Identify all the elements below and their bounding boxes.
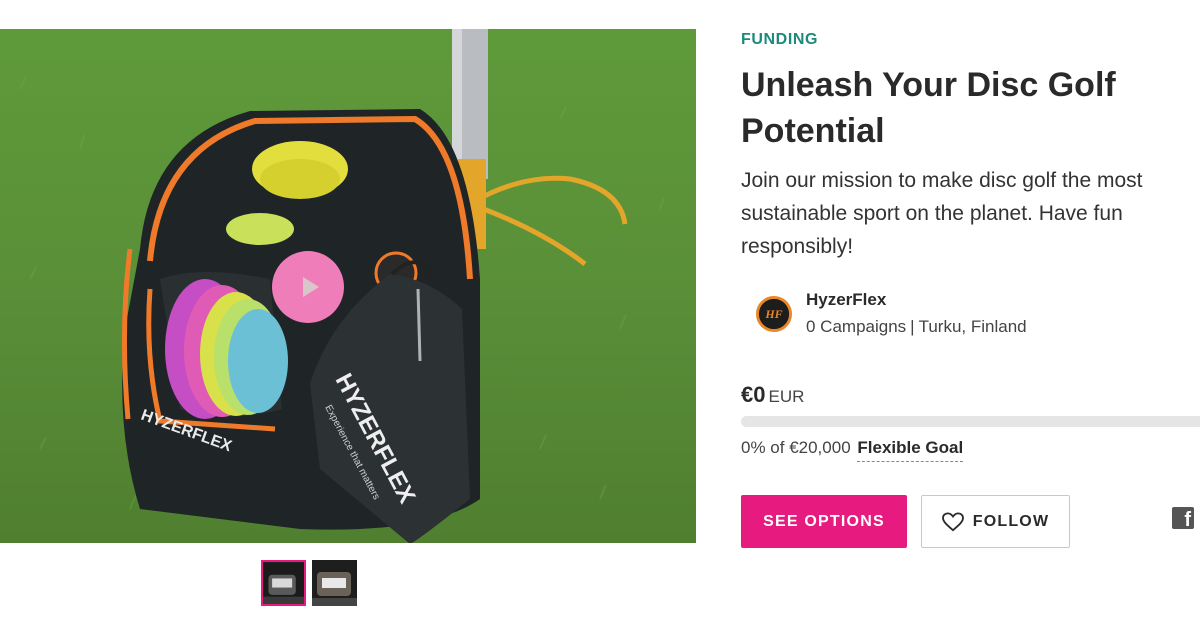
funding-progress-bar	[741, 416, 1200, 427]
owner-meta-separator: |	[910, 317, 915, 336]
gallery-thumbnails	[261, 560, 357, 606]
gallery-thumbnail[interactable]	[312, 560, 357, 606]
owner-meta: 0 Campaigns | Turku, Finland	[806, 317, 1027, 337]
raised-amount: €0	[741, 382, 766, 407]
play-video-button[interactable]	[272, 251, 344, 323]
goal-summary: 0% of €20,000 Flexible Goal	[741, 438, 964, 462]
follow-label: FOLLOW	[972, 512, 1050, 530]
raised-currency: EUR	[768, 387, 805, 406]
amount-raised: €0 EUR	[741, 382, 804, 408]
facebook-share-icon[interactable]: f	[1172, 507, 1194, 529]
owner-avatar[interactable]: HF	[756, 296, 792, 332]
campaign-title: Unleash Your Disc Golf Potential	[741, 66, 1116, 150]
follow-button[interactable]: FOLLOW	[921, 495, 1070, 548]
campaign-category: FUNDING	[741, 31, 819, 48]
owner-name[interactable]: HyzerFlex	[806, 290, 886, 310]
avatar-initials: HF	[764, 307, 782, 321]
play-icon	[303, 277, 319, 297]
campaign-hero-image[interactable]: HYZERFLEX HYZERFLEX Experience that matt…	[0, 29, 696, 543]
goal-type-tooltip-trigger[interactable]: Flexible Goal	[857, 438, 964, 462]
gallery-thumbnail[interactable]	[261, 560, 306, 606]
goal-percent-text: 0% of €20,000	[741, 438, 851, 457]
see-options-button[interactable]: SEE OPTIONS	[741, 495, 907, 548]
campaign-blurb: Join our mission to make disc golf the m…	[741, 169, 1143, 258]
hyzerflex-logo-icon: HF	[759, 299, 789, 329]
owner-location: Turku, Finland	[918, 317, 1027, 336]
heart-icon	[941, 511, 964, 531]
owner-campaign-count: 0 Campaigns	[806, 317, 907, 336]
